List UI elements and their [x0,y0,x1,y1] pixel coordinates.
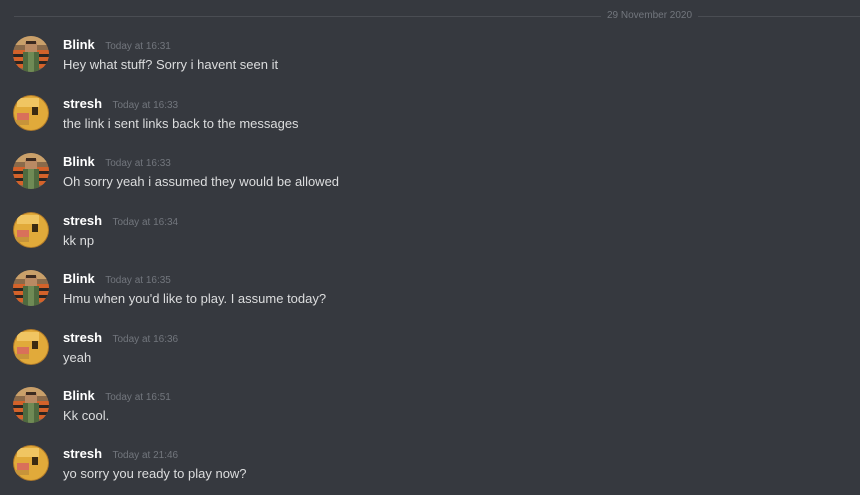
message-item: Blink Today at 16:31 Hey what stuff? Sor… [0,36,860,88]
username[interactable]: stresh [63,330,102,345]
message-item: Blink Today at 16:51 Kk cool. [0,387,860,439]
message-item: stresh Today at 16:34 kk np [0,212,860,264]
message-header: stresh Today at 16:34 [63,212,178,230]
timestamp: Today at 16:31 [105,41,171,52]
username[interactable]: Blink [63,271,95,286]
message-item: stresh Today at 21:46 yo sorry you ready… [0,445,860,495]
message-text: yeah [63,350,92,365]
timestamp: Today at 16:34 [112,217,179,228]
chat-messages-area[interactable]: 29 November 2020 Blink Today at 16:31 He… [0,0,860,495]
message-header: stresh Today at 21:46 [63,445,178,463]
message-header: Blink Today at 16:33 [63,153,171,171]
message-item: stresh Today at 16:33 the link i sent li… [0,95,860,147]
message-header: Blink Today at 16:31 [63,36,171,54]
message-item: Blink Today at 16:33 Oh sorry yeah i ass… [0,153,860,205]
stresh-avatar-icon[interactable] [13,212,49,248]
message-text: Hmu when you'd like to play. I assume to… [63,291,327,306]
timestamp: Today at 16:33 [112,100,179,111]
message-text: yo sorry you ready to play now? [63,466,247,481]
date-divider-label: 29 November 2020 [601,9,699,23]
timestamp: Today at 16:36 [112,334,179,345]
timestamp: Today at 21:46 [112,450,179,461]
username[interactable]: Blink [63,154,95,169]
message-item: Blink Today at 16:35 Hmu when you'd like… [0,270,860,322]
timestamp: Today at 16:33 [105,158,171,169]
username[interactable]: stresh [63,446,102,461]
username[interactable]: stresh [63,213,102,228]
stresh-avatar-icon[interactable] [13,445,49,481]
stresh-avatar-icon[interactable] [13,329,49,365]
date-divider-line [14,16,860,17]
message-header: stresh Today at 16:33 [63,95,178,113]
stresh-avatar-icon[interactable] [13,95,49,131]
blink-avatar-icon[interactable] [13,153,49,189]
message-item: stresh Today at 16:36 yeah [0,329,860,381]
username[interactable]: Blink [63,388,95,403]
blink-avatar-icon[interactable] [13,387,49,423]
username[interactable]: stresh [63,96,102,111]
message-text: Hey what stuff? Sorry i havent seen it [63,57,279,72]
message-text: the link i sent links back to the messag… [63,116,299,131]
message-header: stresh Today at 16:36 [63,329,178,347]
username[interactable]: Blink [63,37,95,52]
message-header: Blink Today at 16:51 [63,387,171,405]
blink-avatar-icon[interactable] [13,270,49,306]
timestamp: Today at 16:51 [105,392,171,403]
blink-avatar-icon[interactable] [13,36,49,72]
timestamp: Today at 16:35 [105,275,171,286]
message-text: kk np [63,233,95,248]
message-header: Blink Today at 16:35 [63,270,171,288]
message-text: Kk cool. [63,408,110,423]
message-text: Oh sorry yeah i assumed they would be al… [63,174,340,189]
